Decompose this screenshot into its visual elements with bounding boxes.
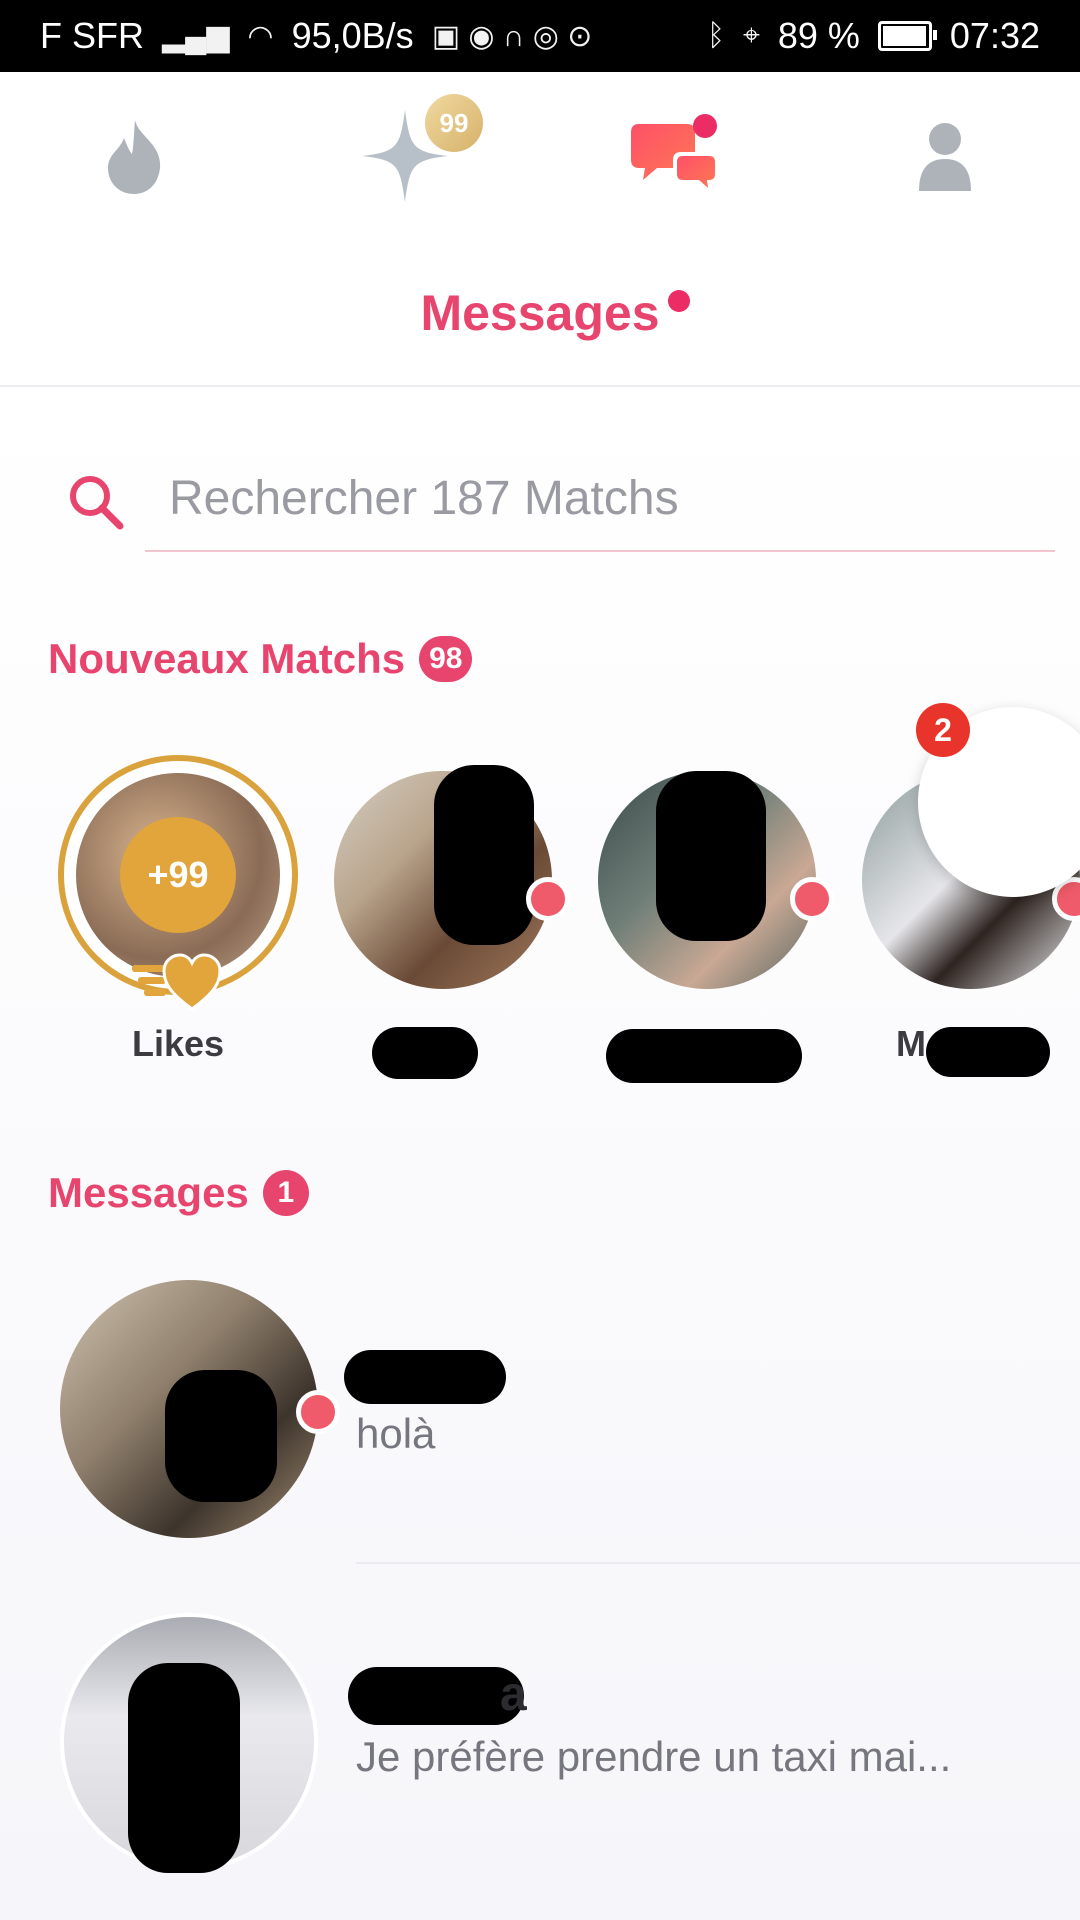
messages-header: Messages 1 (48, 1169, 309, 1217)
messages-section-title: Messages (48, 1169, 249, 1216)
search-input[interactable] (145, 447, 1055, 552)
top-nav: 99 (0, 72, 1080, 240)
search-icon (66, 472, 126, 532)
online-indicator (296, 1390, 340, 1434)
likes-count: +99 (120, 817, 236, 933)
notification-icons: ▣ ◉ ∩ ◎ ⊙ (431, 19, 593, 53)
message-preview: Je préfère prendre un taxi mai... (356, 1733, 952, 1780)
messages-count: 1 (262, 1170, 309, 1216)
status-left: F SFR ▂▄▆ ◠ 95,0B/s ▣ ◉ ∩ ◎ ⊙ (40, 15, 592, 57)
message-preview: holà (356, 1410, 436, 1457)
message-row[interactable]: holà (0, 1250, 1080, 1564)
online-indicator (526, 877, 570, 921)
redacted-name (372, 1027, 478, 1079)
bluetooth-icon: ᛒ (706, 19, 725, 52)
title-notification-dot (667, 289, 690, 312)
page-title: Messages (420, 284, 690, 342)
redaction (434, 765, 534, 945)
new-matches-header: Nouveaux Matchs 98 (48, 635, 473, 683)
nav-top-picks[interactable]: 99 (345, 94, 483, 216)
page-header: Messages (0, 240, 1080, 387)
online-indicator (790, 877, 834, 921)
nav-profile[interactable] (885, 96, 1005, 216)
top-picks-badge: 99 (425, 94, 483, 152)
notification-count-badge: 2 (916, 703, 970, 757)
network-speed: 95,0B/s (291, 15, 414, 56)
status-bar: F SFR ▂▄▆ ◠ 95,0B/s ▣ ◉ ∩ ◎ ⊙ ᛒ ⌖ 89 % 0… (0, 0, 1080, 72)
redacted-name (348, 1667, 524, 1725)
redacted-name (344, 1350, 506, 1404)
wifi-icon: ◠ (247, 19, 274, 53)
heart-icon (132, 953, 222, 1011)
new-matches-carousel: +99 Likes M (0, 727, 1080, 1087)
page-title-label: Messages (420, 284, 660, 341)
status-right: ᛒ ⌖ 89 % 07:32 (707, 15, 1040, 57)
clock: 07:32 (949, 15, 1040, 56)
flame-icon (108, 120, 161, 194)
redaction (656, 771, 766, 941)
divider (356, 1562, 1080, 1564)
carrier-label: F SFR (40, 15, 144, 56)
message-row[interactable]: a Je préfère prendre un taxi mai... (0, 1583, 1080, 1883)
new-matches-title: Nouveaux Matchs (48, 635, 406, 682)
redaction (165, 1370, 277, 1502)
location-icon: ⌖ (742, 19, 760, 52)
battery-icon (877, 21, 937, 51)
profile-icon (919, 123, 971, 191)
signal-icon: ▂▄▆ (162, 19, 230, 53)
new-matches-count: 98 (419, 636, 473, 682)
nav-messages[interactable] (615, 96, 735, 216)
battery-percent: 89 % (777, 15, 860, 56)
messages-notification-dot (693, 114, 717, 138)
messages-content: Nouveaux Matchs 98 +99 Likes (0, 387, 1080, 1920)
redacted-name (926, 1027, 1050, 1077)
message-contact-name: a (500, 1668, 527, 1721)
redaction (128, 1663, 240, 1873)
nav-discover[interactable] (75, 96, 195, 216)
redacted-name (606, 1029, 802, 1083)
likes-label: Likes (131, 1023, 225, 1064)
battery-fill (882, 26, 926, 46)
